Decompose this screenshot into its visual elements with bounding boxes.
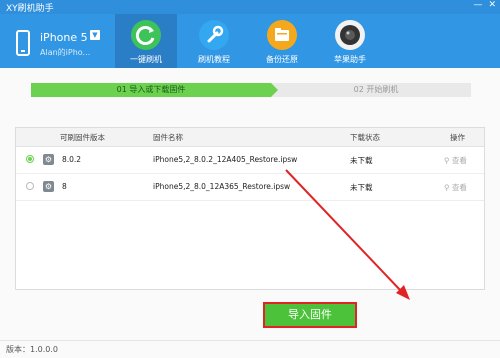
row-filename: iPhone5,2_8.0_12A365_Restore.ipsw: [153, 182, 291, 191]
search-icon: ⚲: [444, 183, 450, 192]
row-version: 8: [62, 182, 67, 191]
app-title: XY刷机助手: [6, 4, 54, 14]
tab-label: 苹果助手: [334, 55, 366, 64]
gear-icon: ⚙: [43, 181, 54, 192]
firmware-table: 可刷固件版本 固件名称 下载状态 操作 ⚙ 8.0.2 iPhone5,2_8.…: [15, 127, 485, 290]
phone-icon: [16, 30, 30, 56]
gear-icon: ⚙: [43, 154, 54, 165]
search-icon: ⚲: [444, 156, 450, 165]
tab-backup-restore[interactable]: 备份还原: [251, 14, 313, 68]
status-bar: 版本：1.0.0.0: [0, 340, 500, 358]
header-name: 固件名称: [153, 133, 183, 142]
device-name: iPhone 5: [40, 31, 88, 44]
camera-lens-icon: [335, 20, 365, 50]
import-firmware-button[interactable]: 导入固件: [263, 302, 357, 328]
device-subtitle: Alan的iPho...: [40, 48, 91, 57]
row-filename: iPhone5,2_8.0.2_12A405_Restore.ipsw: [153, 155, 298, 164]
tab-label: 备份还原: [266, 55, 298, 64]
row-radio[interactable]: [26, 155, 34, 163]
row-status: 未下载: [350, 156, 373, 165]
folder-icon: [267, 20, 297, 50]
view-link[interactable]: ⚲ 查看: [444, 182, 467, 193]
tab-label: 一键刷机: [130, 55, 162, 64]
title-bar: XY刷机助手 — ✕: [0, 0, 500, 14]
device-dropdown-icon[interactable]: ▼: [90, 30, 100, 40]
table-header: 可刷固件版本 固件名称 下载状态 操作: [16, 128, 484, 147]
view-label: 查看: [451, 183, 467, 192]
row-status: 未下载: [350, 183, 373, 192]
header: iPhone 5 ▼ Alan的iPho... 一键刷机 刷机教程 备份还原 苹…: [0, 14, 500, 68]
row-version: 8.0.2: [62, 155, 82, 164]
wrench-icon: [199, 20, 229, 50]
step-progress: 01 导入或下载固件 02 开始刷机: [31, 83, 471, 97]
version-text: 版本：1.0.0.0: [6, 345, 58, 354]
window-controls: — ✕: [473, 0, 496, 10]
step-1: 01 导入或下载固件: [31, 83, 278, 97]
table-row[interactable]: ⚙ 8.0.2 iPhone5,2_8.0.2_12A405_Restore.i…: [16, 147, 484, 174]
header-action: 操作: [450, 133, 465, 142]
view-label: 查看: [451, 156, 467, 165]
view-link[interactable]: ⚲ 查看: [444, 155, 467, 166]
table-row[interactable]: ⚙ 8 iPhone5,2_8.0_12A365_Restore.ipsw 未下…: [16, 174, 484, 201]
header-status: 下载状态: [350, 133, 380, 142]
header-version: 可刷固件版本: [60, 133, 105, 142]
refresh-icon: [131, 20, 161, 50]
tab-apple-assistant[interactable]: 苹果助手: [319, 14, 381, 68]
step-2: 02 开始刷机: [353, 85, 399, 94]
tab-flash-tutorial[interactable]: 刷机教程: [183, 14, 245, 68]
row-radio[interactable]: [26, 182, 34, 190]
minimize-button[interactable]: —: [473, 0, 482, 10]
close-button[interactable]: ✕: [488, 0, 496, 10]
tab-one-click-flash[interactable]: 一键刷机: [115, 14, 177, 68]
tab-label: 刷机教程: [198, 55, 230, 64]
